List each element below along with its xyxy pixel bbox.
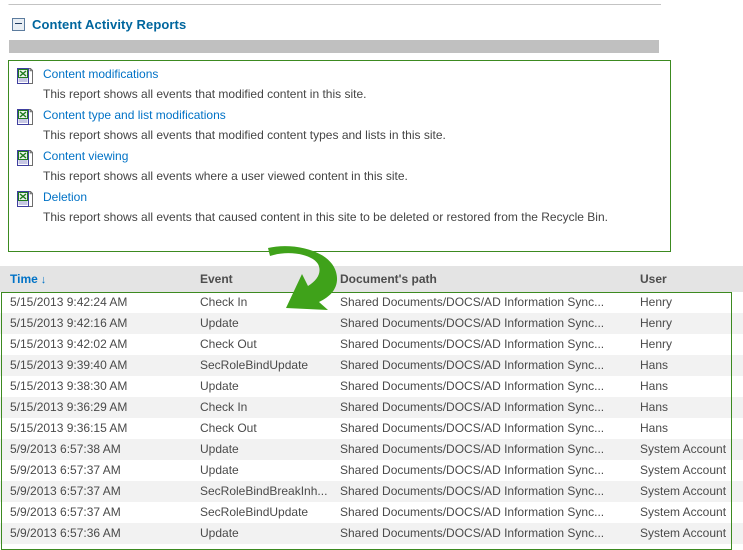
cell-user: System Account [630,502,743,523]
cell-event: Check In [190,292,330,313]
table-row[interactable]: 5/9/2013 6:57:36 AM Update Shared Document… [0,523,743,544]
excel-report-icon [17,109,33,125]
activity-table: Time ↓ Event Document's path User 5/15/20… [0,266,743,544]
table-row[interactable]: 5/9/2013 6:57:38 AM Update Shared Document… [0,439,743,460]
table-row[interactable]: 5/15/2013 9:42:24 AM Check In Shared Docum… [0,292,743,313]
list-item: Content type and list modifications This… [9,102,670,143]
cell-event: Update [190,460,330,481]
cell-event: SecRoleBindUpdate [190,355,330,376]
table-header-row: Time ↓ Event Document's path User [0,266,743,292]
column-header-user[interactable]: User [630,266,743,292]
cell-time: 5/15/2013 9:36:29 AM [0,397,190,418]
table-row[interactable]: 5/15/2013 9:36:29 AM Check In Shared Docum… [0,397,743,418]
cell-user: Henry [630,334,743,355]
cell-path: Shared Documents/DOCS/AD Information Syn… [330,418,630,439]
column-header-documents-path[interactable]: Document's path [330,266,630,292]
report-description: This report shows all events where a use… [43,169,408,183]
cell-time: 5/15/2013 9:39:40 AM [0,355,190,376]
cell-time: 5/9/2013 6:57:38 AM [0,439,190,460]
report-link-content-modifications[interactable]: Content modifications [43,67,158,82]
cell-event: SecRoleBindUpdate [190,502,330,523]
sort-descending-icon: ↓ [40,274,47,286]
table-row[interactable]: 5/15/2013 9:42:02 AM Check Out Shared Docu… [0,334,743,355]
cell-time: 5/9/2013 6:57:37 AM [0,502,190,523]
cell-path: Shared Documents/DOCS/AD Information Syn… [330,523,630,544]
cell-time: 5/15/2013 9:42:02 AM [0,334,190,355]
webpart-toolbar-placeholder [9,40,659,53]
report-description: This report shows all events that modifi… [43,128,446,142]
cell-user: Henry [630,292,743,313]
table-row[interactable]: 5/9/2013 6:57:37 AM SecRoleBindBreakInh..… [0,481,743,502]
table-body: 5/15/2013 9:42:24 AM Check In Shared Docum… [0,292,743,544]
cell-user: Henry [630,313,743,334]
cell-user: Hans [630,418,743,439]
excel-report-icon [17,191,33,207]
table-row[interactable]: 5/15/2013 9:39:40 AM SecRoleBindUpdate Sha… [0,355,743,376]
cell-path: Shared Documents/DOCS/AD Information Syn… [330,502,630,523]
excel-report-icon [17,150,33,166]
list-item: Content viewing This report shows all ev… [9,143,670,184]
cell-user: Hans [630,376,743,397]
cell-time: 5/9/2013 6:57:36 AM [0,523,190,544]
cell-path: Shared Documents/DOCS/AD Information Syn… [330,397,630,418]
report-link-deletion[interactable]: Deletion [43,190,87,205]
activity-results-grid: Time ↓ Event Document's path User 5/15/20… [0,266,743,550]
table-row[interactable]: 5/15/2013 9:42:16 AM Update Shared Documen… [0,313,743,334]
cell-event: Update [190,439,330,460]
report-header: Content viewing [17,149,670,166]
collapse-minus-icon[interactable] [12,17,25,31]
cell-user: System Account [630,460,743,481]
list-item: Deletion This report shows all events th… [9,184,670,225]
report-link-content-type-and-list-modifications[interactable]: Content type and list modifications [43,108,226,123]
cell-user: Hans [630,397,743,418]
webpart-title-row: Content Activity Reports [9,5,661,36]
cell-user: System Account [630,523,743,544]
cell-event: SecRoleBindBreakInh... [190,481,330,502]
list-item: Content modifications This report shows … [9,61,670,102]
report-header: Content modifications [17,67,670,84]
column-header-time-label[interactable]: Time [10,272,38,286]
cell-event: Check Out [190,418,330,439]
report-description: This report shows all events that modifi… [43,87,367,101]
report-header: Content type and list modifications [17,108,670,125]
column-header-time[interactable]: Time ↓ [0,266,190,292]
cell-event: Check Out [190,334,330,355]
cell-time: 5/15/2013 9:38:30 AM [0,376,190,397]
cell-path: Shared Documents/DOCS/AD Information Syn… [330,376,630,397]
report-header: Deletion [17,190,670,207]
cell-time: 5/9/2013 6:57:37 AM [0,460,190,481]
cell-time: 5/15/2013 9:42:16 AM [0,313,190,334]
cell-user: System Account [630,439,743,460]
cell-event: Update [190,313,330,334]
table-row[interactable]: 5/9/2013 6:57:37 AM Update Shared Document… [0,460,743,481]
excel-report-icon [17,68,33,84]
table-row[interactable]: 5/9/2013 6:57:37 AM SecRoleBindUpdate Shar… [0,502,743,523]
content-activity-reports-webpart: Content Activity Reports [8,4,661,53]
reports-list-box: Content modifications This report shows … [8,60,671,252]
cell-event: Check In [190,397,330,418]
cell-path: Shared Documents/DOCS/AD Information Syn… [330,292,630,313]
cell-user: Hans [630,355,743,376]
cell-time: 5/15/2013 9:36:15 AM [0,418,190,439]
cell-path: Shared Documents/DOCS/AD Information Syn… [330,481,630,502]
cell-path: Shared Documents/DOCS/AD Information Syn… [330,334,630,355]
cell-path: Shared Documents/DOCS/AD Information Syn… [330,439,630,460]
report-link-content-viewing[interactable]: Content viewing [43,149,128,164]
column-header-event[interactable]: Event [190,266,330,292]
table-row[interactable]: 5/15/2013 9:38:30 AM Update Shared Documen… [0,376,743,397]
cell-path: Shared Documents/DOCS/AD Information Syn… [330,313,630,334]
table-row[interactable]: 5/15/2013 9:36:15 AM Check Out Shared Docu… [0,418,743,439]
report-description: This report shows all events that caused… [43,210,608,224]
cell-event: Update [190,376,330,397]
cell-path: Shared Documents/DOCS/AD Information Syn… [330,355,630,376]
cell-time: 5/15/2013 9:42:24 AM [0,292,190,313]
cell-time: 5/9/2013 6:57:37 AM [0,481,190,502]
cell-user: System Account [630,481,743,502]
cell-event: Update [190,523,330,544]
page-title: Content Activity Reports [32,16,187,32]
cell-path: Shared Documents/DOCS/AD Information Syn… [330,460,630,481]
